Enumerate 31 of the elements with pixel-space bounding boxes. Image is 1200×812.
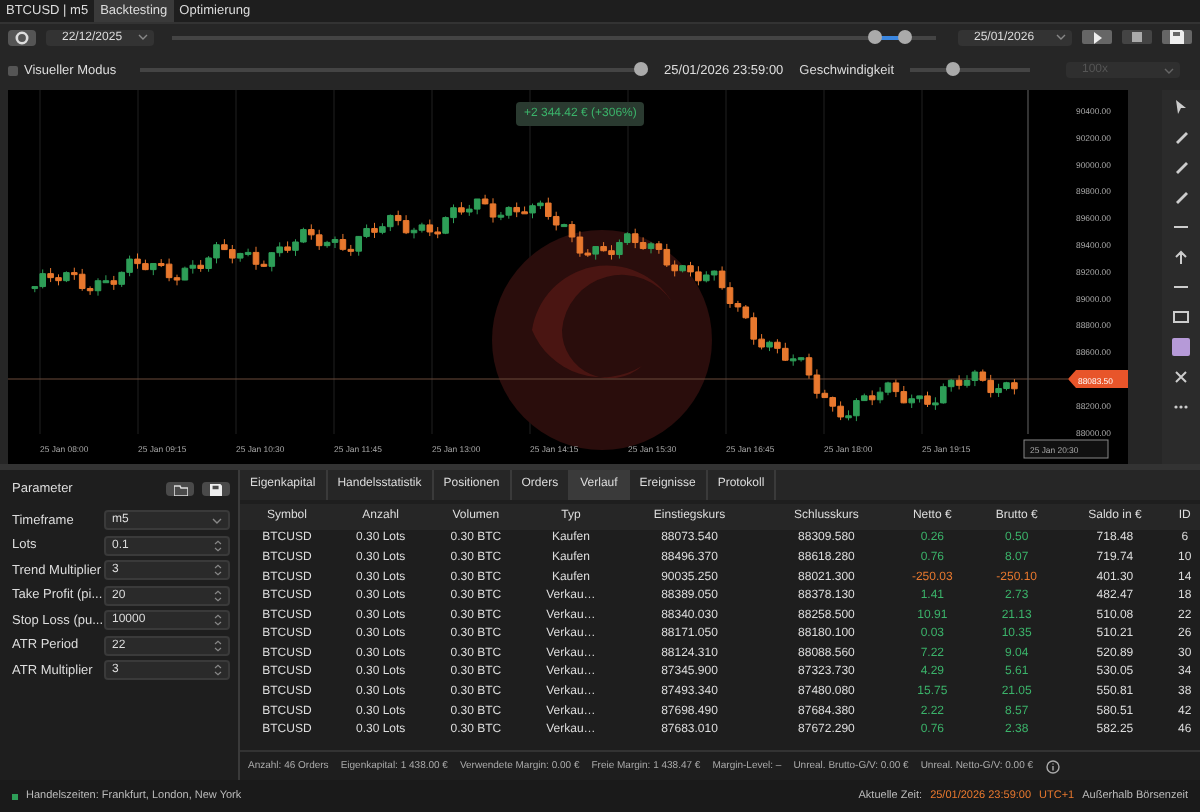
arrow-icon[interactable]	[1172, 247, 1190, 266]
play-button[interactable]	[1082, 30, 1112, 45]
stepper-icon	[214, 589, 222, 602]
stepper-icon	[214, 614, 222, 627]
caret-icon	[1164, 67, 1174, 74]
folder-icon	[173, 483, 187, 496]
save-button[interactable]	[1162, 30, 1192, 45]
settings-icon	[14, 29, 30, 46]
stop-icon	[1132, 32, 1142, 43]
caret-icon	[138, 34, 149, 41]
stepper-icon	[214, 564, 222, 577]
rect-icon[interactable]	[1172, 307, 1190, 326]
open-folder-button[interactable]	[166, 482, 194, 497]
stepper-icon	[214, 639, 222, 652]
save-icon	[210, 483, 222, 496]
slider-handle[interactable]	[898, 29, 913, 44]
pen-icon[interactable]	[1172, 127, 1190, 146]
save-icon	[1170, 30, 1184, 45]
cursor-icon[interactable]	[1172, 97, 1190, 116]
caret-icon	[1056, 34, 1066, 41]
caret-icon	[212, 517, 222, 524]
stepper-icon	[214, 539, 222, 552]
stepper-icon	[214, 664, 222, 677]
color-swatch[interactable]	[1172, 337, 1190, 356]
x-icon[interactable]	[1172, 367, 1190, 386]
play-icon	[1091, 31, 1103, 44]
stop-button[interactable]	[1122, 30, 1152, 45]
settings-button[interactable]	[8, 29, 36, 46]
info-icon[interactable]	[1045, 759, 1060, 774]
save-button[interactable]	[202, 482, 230, 497]
slider-handle[interactable]	[867, 29, 882, 44]
